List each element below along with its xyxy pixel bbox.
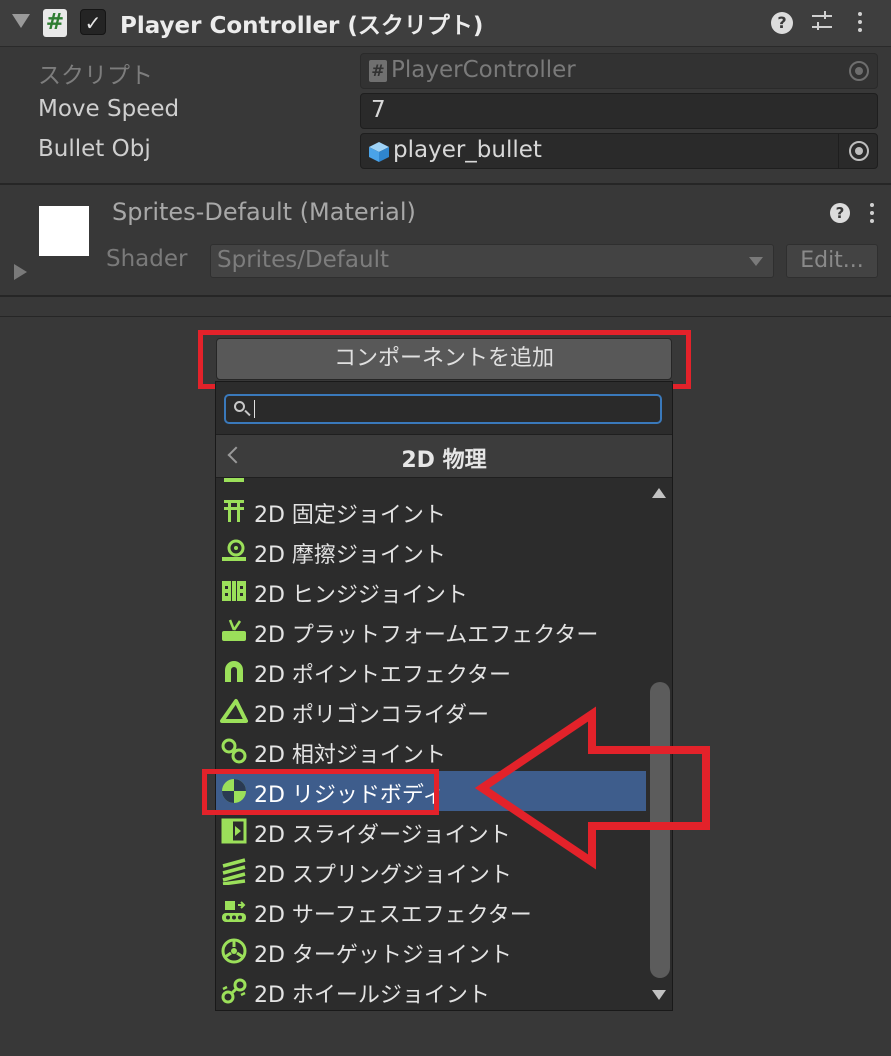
wheel-joint-icon (221, 978, 247, 1004)
scroll-up-arrow-icon[interactable] (652, 488, 666, 498)
shader-label: Shader (106, 246, 188, 272)
polygon-collider-icon (220, 699, 248, 723)
foldout-arrow-icon[interactable] (12, 14, 30, 28)
list-item-surface-effector[interactable]: 2D サーフェスエフェクター (216, 891, 646, 931)
list-item-point-effector[interactable]: 2D ポイントエフェクター (216, 651, 646, 691)
relative-joint-icon (221, 738, 247, 764)
list-item-wheel-joint[interactable]: 2D ホイールジョイント (216, 971, 646, 1011)
joint-icon (224, 478, 244, 482)
section-divider (0, 316, 891, 317)
list-item-hinge-joint[interactable]: 2D ヒンジジョイント (216, 571, 646, 611)
section-divider (0, 183, 891, 185)
component-title: Player Controller (スクリプト) (120, 13, 484, 39)
list-item-platform-effector[interactable]: 2D プラットフォームエフェクター (216, 611, 646, 651)
friction-joint-icon (222, 539, 246, 561)
prefab-cube-icon (369, 142, 389, 162)
object-picker-icon[interactable] (849, 141, 869, 161)
help-icon[interactable]: ? (771, 12, 793, 34)
platform-effector-icon (222, 619, 246, 641)
scroll-down-arrow-icon[interactable] (652, 990, 666, 1000)
shader-dropdown[interactable]: Sprites/Default (210, 244, 774, 278)
list-item-fixed-joint[interactable]: 2D 固定ジョイント (216, 491, 646, 531)
move-speed-value[interactable]: 7 (371, 97, 386, 123)
more-options-icon[interactable] (869, 203, 875, 227)
bullet-obj-field[interactable]: player_bullet (360, 133, 878, 169)
list-item-partial: 2D ─ ─ ─ ─ ─ (216, 478, 646, 490)
bullet-obj-value: player_bullet (393, 137, 542, 163)
script-label: スクリプト (38, 63, 153, 89)
section-divider (0, 295, 891, 297)
component-enabled-checkbox[interactable]: ✓ (80, 9, 106, 35)
annotation-arrow-icon (474, 706, 710, 870)
bullet-obj-label: Bullet Obj (38, 136, 151, 162)
highlight-box-rigidbody (202, 769, 439, 815)
script-asset-icon: # (369, 60, 387, 82)
point-effector-icon (225, 661, 243, 682)
fixed-joint-icon (224, 500, 244, 522)
script-icon: # (43, 9, 67, 37)
move-speed-label: Move Speed (38, 96, 180, 122)
surface-effector-icon (222, 901, 246, 922)
help-icon[interactable]: ? (830, 203, 850, 223)
category-title: 2D 物理 (401, 448, 487, 473)
list-item-target-joint[interactable]: 2D ターゲットジョイント (216, 931, 646, 971)
move-speed-field[interactable]: 7 (360, 93, 878, 129)
shader-value: Sprites/Default (217, 247, 389, 273)
hinge-joint-icon (222, 581, 246, 601)
edit-shader-button[interactable]: Edit... (786, 244, 878, 278)
script-value: PlayerController (391, 57, 576, 83)
script-field: # PlayerController (360, 53, 878, 89)
material-title: Sprites-Default (Material) (112, 198, 416, 226)
spring-joint-icon (222, 858, 246, 885)
target-joint-icon (221, 938, 247, 964)
material-foldout-icon[interactable] (14, 264, 27, 280)
text-caret (254, 400, 255, 418)
picker-separator (838, 134, 839, 168)
search-input[interactable] (224, 394, 662, 424)
slider-joint-icon (221, 818, 247, 844)
object-picker-icon (849, 61, 869, 81)
presets-icon[interactable] (810, 9, 834, 35)
dropdown-arrow-icon (749, 257, 763, 266)
material-preview (39, 206, 89, 256)
more-options-icon[interactable] (857, 12, 863, 36)
search-icon (234, 401, 245, 412)
category-header[interactable]: 2D 物理 (216, 434, 672, 478)
list-item-friction-joint[interactable]: 2D 摩擦ジョイント (216, 531, 646, 571)
